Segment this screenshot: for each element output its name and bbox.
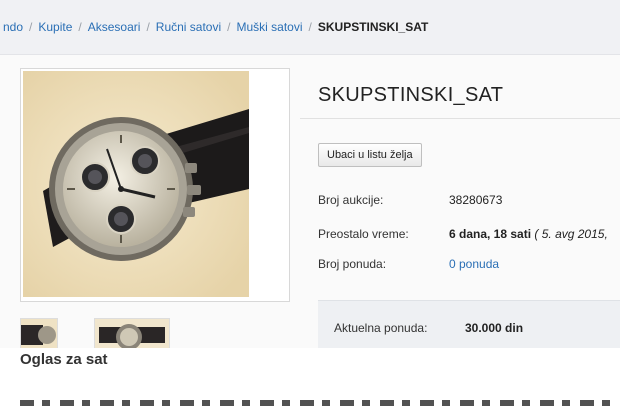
breadcrumb-current: SKUPSTINSKI_SAT — [317, 20, 429, 34]
breadcrumb: ndo / Kupite / Aksesoari / Ručni satovi / Muški … — [0, 0, 620, 55]
time-remaining-label: Preostalo vreme: — [318, 227, 409, 241]
image-caption: Oglas za sat — [20, 351, 108, 368]
breadcrumb-separator: / — [308, 20, 312, 34]
breadcrumb-separator: / — [29, 20, 33, 34]
time-remaining-value-wrap: 6 dana, 18 sati ( 5. avg 2015, — [449, 227, 608, 241]
bid-count-link[interactable]: 0 ponuda — [449, 257, 499, 271]
breadcrumb-item-muski-satovi[interactable]: Muški satovi — [237, 20, 303, 34]
current-bid-value: 30.000 din — [465, 321, 524, 335]
thumbnail-2[interactable] — [94, 318, 170, 348]
wristwatch-icon — [23, 71, 249, 297]
product-title: SKUPSTINSKI_SAT — [318, 84, 504, 106]
breadcrumb-item-home[interactable]: ndo — [3, 20, 23, 34]
breadcrumb-item-aksesoari[interactable]: Aksesoari — [88, 20, 141, 34]
breadcrumb-separator: / — [78, 20, 82, 34]
auction-number-value: 38280673 — [449, 193, 503, 207]
current-bid-panel: Aktuelna ponuda: 30.000 din — [318, 300, 620, 348]
wristwatch-thumbnail-icon — [21, 319, 57, 348]
auction-number-label: Broj aukcije: — [318, 193, 384, 207]
product-photo[interactable] — [23, 71, 249, 297]
cropped-text-line — [20, 400, 610, 406]
product-image-frame[interactable] — [20, 68, 290, 302]
breadcrumb-item-rucni-satovi[interactable]: Ručni satovi — [156, 20, 221, 34]
bid-count-label: Broj ponuda: — [318, 257, 387, 271]
wristwatch-thumbnail-icon — [95, 319, 169, 348]
title-divider — [300, 118, 620, 119]
current-bid-label: Aktuelna ponuda: — [334, 321, 428, 335]
breadcrumb-separator: / — [227, 20, 231, 34]
add-to-wishlist-button[interactable]: Ubaci u listu želja — [318, 143, 422, 167]
screenshot-region: ndo / Kupite / Aksesoari / Ručni satovi / Muški … — [0, 0, 620, 348]
auction-end-date: ( 5. avg 2015, — [534, 227, 608, 241]
breadcrumb-item-kupite[interactable]: Kupite — [38, 20, 72, 34]
thumbnail-1[interactable] — [20, 318, 58, 348]
breadcrumb-inner: ndo / Kupite / Aksesoari / Ručni satovi / Muški … — [0, 20, 428, 34]
breadcrumb-separator: / — [146, 20, 150, 34]
time-remaining-value: 6 dana, 18 sati — [449, 227, 532, 241]
